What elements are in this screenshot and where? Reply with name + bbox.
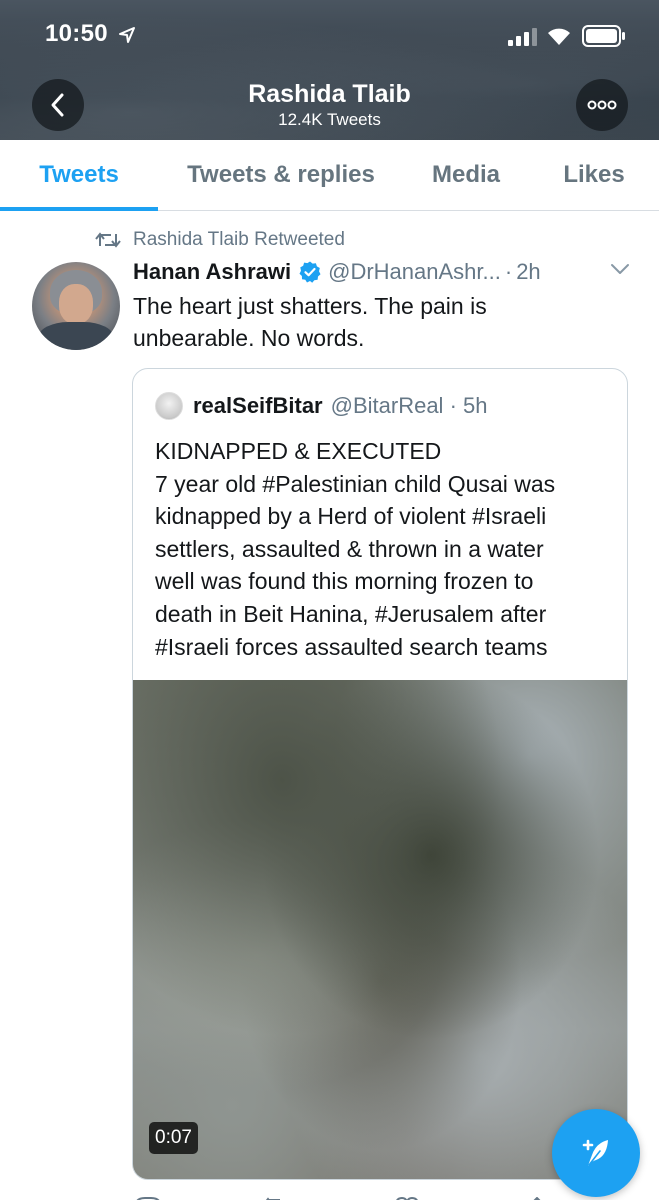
compose-tweet-button[interactable] — [552, 1109, 640, 1197]
profile-tweet-count: 12.4K Tweets — [278, 110, 381, 129]
tweet-text-line: The heart just shatters. The pain is — [133, 293, 487, 319]
profile-tabs: Tweets Tweets & replies Media Likes — [0, 140, 659, 211]
quoted-tweet-header: realSeifBitar @BitarReal · 5h — [155, 391, 488, 421]
tab-tweets-and-replies[interactable]: Tweets & replies — [170, 140, 392, 210]
battery-icon — [582, 25, 625, 47]
avatar-body — [38, 322, 114, 350]
quoted-author-name: realSeifBitar — [193, 393, 323, 418]
separator-dot: · — [443, 393, 464, 418]
like-icon[interactable] — [392, 1192, 422, 1200]
author-handle: @DrHananAshr... — [328, 259, 501, 284]
quoted-text-line: well was found this morning frozen to — [155, 568, 534, 595]
retweet-label: Rashida Tlaib Retweeted — [133, 229, 345, 250]
verified-badge-icon — [298, 260, 322, 284]
tweet-text-line: unbearable. No words. — [133, 325, 365, 351]
more-horizontal-icon — [587, 100, 617, 110]
tab-tweets[interactable]: Tweets — [0, 140, 158, 210]
profile-title: Rashida Tlaib — [248, 80, 411, 108]
video-duration-badge: 0:07 — [149, 1122, 198, 1154]
tab-media[interactable]: Media — [410, 140, 522, 210]
wifi-icon — [548, 28, 570, 45]
quoted-tweet-text: KIDNAPPED & EXECUTED 7 year old #Palesti… — [155, 435, 615, 663]
tab-likes[interactable]: Likes — [548, 140, 640, 210]
status-bar: 10:50 — [0, 0, 659, 70]
status-time: 10:50 — [45, 20, 108, 47]
more-options-button[interactable] — [576, 79, 628, 131]
quoted-text-line: #Israeli forces assaulted search teams — [155, 633, 548, 660]
avatar[interactable] — [32, 262, 120, 350]
author-name[interactable]: Hanan Ashrawi — [133, 259, 291, 285]
tweet-author-row: Hanan Ashrawi @DrHananAshr... · 2h — [133, 256, 633, 288]
reply-icon[interactable] — [133, 1192, 163, 1200]
location-arrow-icon — [119, 27, 135, 43]
tweet-timestamp: 2h — [516, 259, 541, 284]
retweet-context: Rashida Tlaib Retweeted — [95, 227, 345, 253]
retweet-action-icon[interactable] — [262, 1192, 292, 1200]
quoted-tweet-timestamp: 5h — [463, 393, 488, 418]
quoted-author-handle: @BitarReal — [330, 393, 444, 418]
quoted-text-line: 7 year old #Palestinian child Qusai was — [155, 470, 556, 497]
separator-dot: · — [504, 259, 513, 284]
video-player[interactable] — [133, 680, 627, 1179]
quoted-text-line: kidnapped by a Herd of violent #Israeli — [155, 503, 547, 530]
avatar-face — [59, 284, 93, 324]
retweet-icon — [95, 232, 121, 248]
quoted-text-line: KIDNAPPED & EXECUTED — [155, 438, 442, 464]
quoted-text-line: settlers, assaulted & thrown in a water — [155, 535, 544, 562]
profile-header: 10:50 Rashida Tlaib 12.4K Tweets — [0, 0, 659, 140]
chevron-down-icon[interactable] — [610, 262, 630, 276]
share-icon[interactable] — [522, 1192, 552, 1200]
compose-tweet-icon — [582, 1139, 608, 1166]
active-tab-indicator — [0, 207, 158, 211]
quoted-author-avatar — [155, 392, 183, 420]
tweet-text: The heart just shatters. The pain is unb… — [133, 290, 613, 354]
quoted-text-line: death in Beit Hanina, #Jerusalem after — [155, 600, 547, 627]
quoted-tweet[interactable]: realSeifBitar @BitarReal · 5h KIDNAPPED … — [132, 368, 628, 1180]
cellular-signal-icon — [508, 28, 537, 46]
